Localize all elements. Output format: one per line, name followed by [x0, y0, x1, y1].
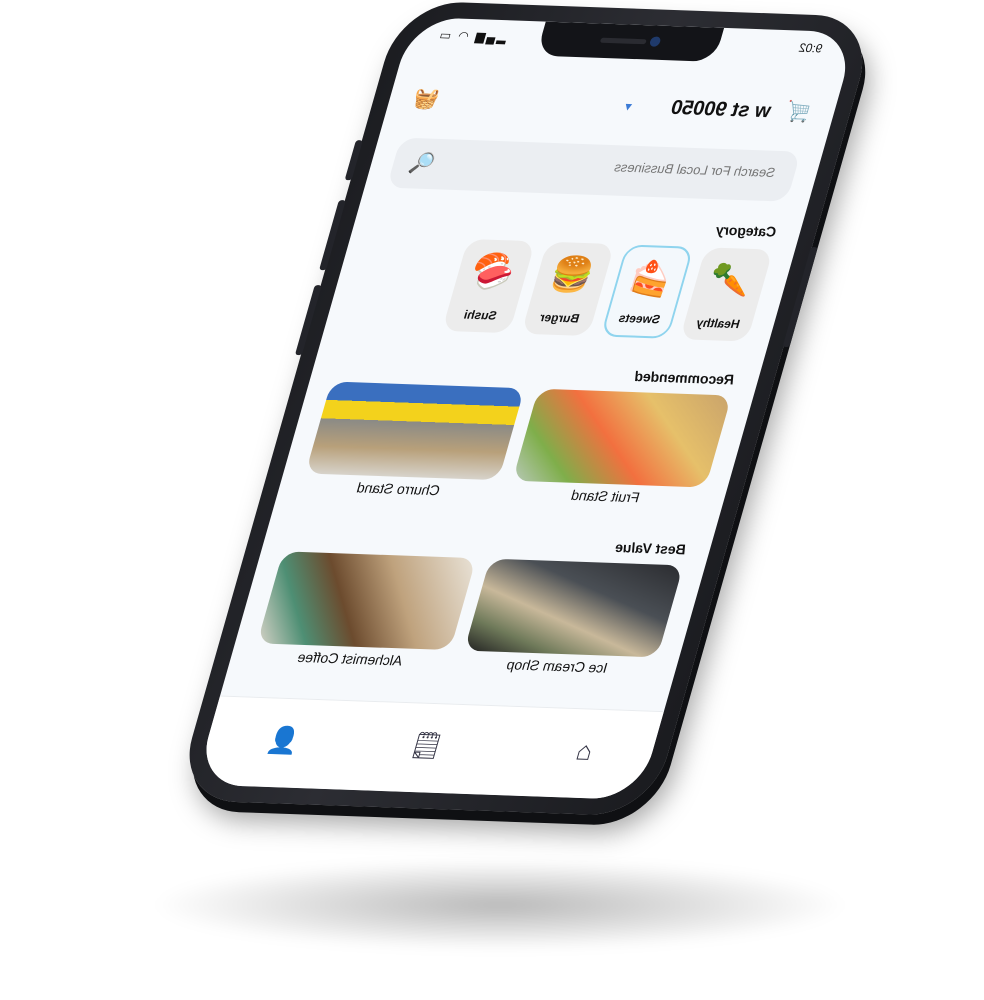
food-cart-icon[interactable]: 🛒 [782, 99, 814, 125]
search-input[interactable] [450, 152, 780, 182]
business-card-alchemist-coffee[interactable]: Alchemist Coffee [250, 551, 477, 676]
front-camera [648, 36, 662, 47]
category-list: 🥕 Healthy 🍰 Sweets 🍔 Burger 🍣 Sushi [347, 236, 774, 342]
business-photo [305, 381, 525, 481]
category-sushi[interactable]: 🍣 Sushi [441, 238, 536, 334]
business-name: Ice Cream Shop [504, 656, 610, 676]
notch [536, 21, 725, 62]
business-name: Churro Stand [354, 479, 442, 499]
business-card-fruit-stand[interactable]: Fruit Stand [505, 388, 732, 514]
business-name: Alchemist Coffee [295, 648, 405, 669]
profile-icon[interactable]: 👤 [263, 725, 304, 757]
orders-icon[interactable]: 🗒 [406, 730, 447, 762]
status-icons: ▂▄▆ ◠ ▭ [435, 27, 509, 45]
bottom-tab-bar: ⌂ 🗒 👤 [194, 695, 664, 801]
phone-mockup: 9:02 ▂▄▆ ◠ ▭ 🛒 w st 90050 ▼ 🧺 🔍 Category [85, 0, 935, 841]
category-label: Sweets [616, 310, 662, 327]
business-photo [512, 388, 732, 488]
silent-switch [344, 140, 363, 181]
section-title-best-value: Best Value [613, 538, 689, 558]
section-title-category: Category [713, 221, 779, 240]
best-value-list: Ice Cream Shop Alchemist Coffee [250, 551, 684, 683]
business-card-ice-cream-shop[interactable]: Ice Cream Shop [457, 558, 684, 684]
home-icon[interactable]: ⌂ [572, 735, 597, 767]
search-bar[interactable]: 🔍 [386, 137, 801, 202]
category-label: Healthy [694, 315, 742, 332]
chevron-down-icon[interactable]: ▼ [621, 101, 635, 113]
category-burger[interactable]: 🍔 Burger [521, 241, 615, 337]
business-photo [464, 558, 684, 658]
volume-down-button [294, 284, 322, 356]
business-card-churro-stand[interactable]: Churro Stand [298, 381, 525, 506]
phone-screen: 9:02 ▂▄▆ ◠ ▭ 🛒 w st 90050 ▼ 🧺 🔍 Category [194, 16, 857, 801]
address-selector[interactable]: w st 90050 [668, 97, 773, 123]
status-time: 9:02 [797, 40, 825, 56]
business-name: Fruit Stand [569, 486, 642, 506]
header: 🛒 w st 90050 ▼ 🧺 [409, 82, 815, 130]
cake-icon: 🍰 [624, 259, 677, 300]
carrot-icon: 🥕 [703, 260, 757, 301]
category-label: Burger [538, 310, 582, 326]
business-photo [256, 551, 477, 651]
category-label: Sushi [462, 307, 499, 323]
volume-up-button [319, 200, 346, 271]
category-healthy[interactable]: 🥕 Healthy [679, 247, 774, 342]
app-content: 9:02 ▂▄▆ ◠ ▭ 🛒 w st 90050 ▼ 🧺 🔍 Category [194, 17, 857, 801]
category-sweets[interactable]: 🍰 Sweets [600, 244, 694, 339]
floor-shadow [150, 860, 850, 950]
basket-icon[interactable]: 🧺 [410, 86, 442, 112]
search-icon[interactable]: 🔍 [406, 150, 438, 176]
speaker-grille [599, 37, 647, 45]
phone-frame: 9:02 ▂▄▆ ◠ ▭ 🛒 w st 90050 ▼ 🧺 🔍 Category [174, 0, 878, 817]
sushi-icon: 🍣 [466, 252, 519, 292]
burger-icon: 🍔 [545, 255, 599, 295]
section-title-recommended: Recommended [632, 367, 737, 388]
recommended-list: Fruit Stand Churro Stand [298, 381, 732, 513]
